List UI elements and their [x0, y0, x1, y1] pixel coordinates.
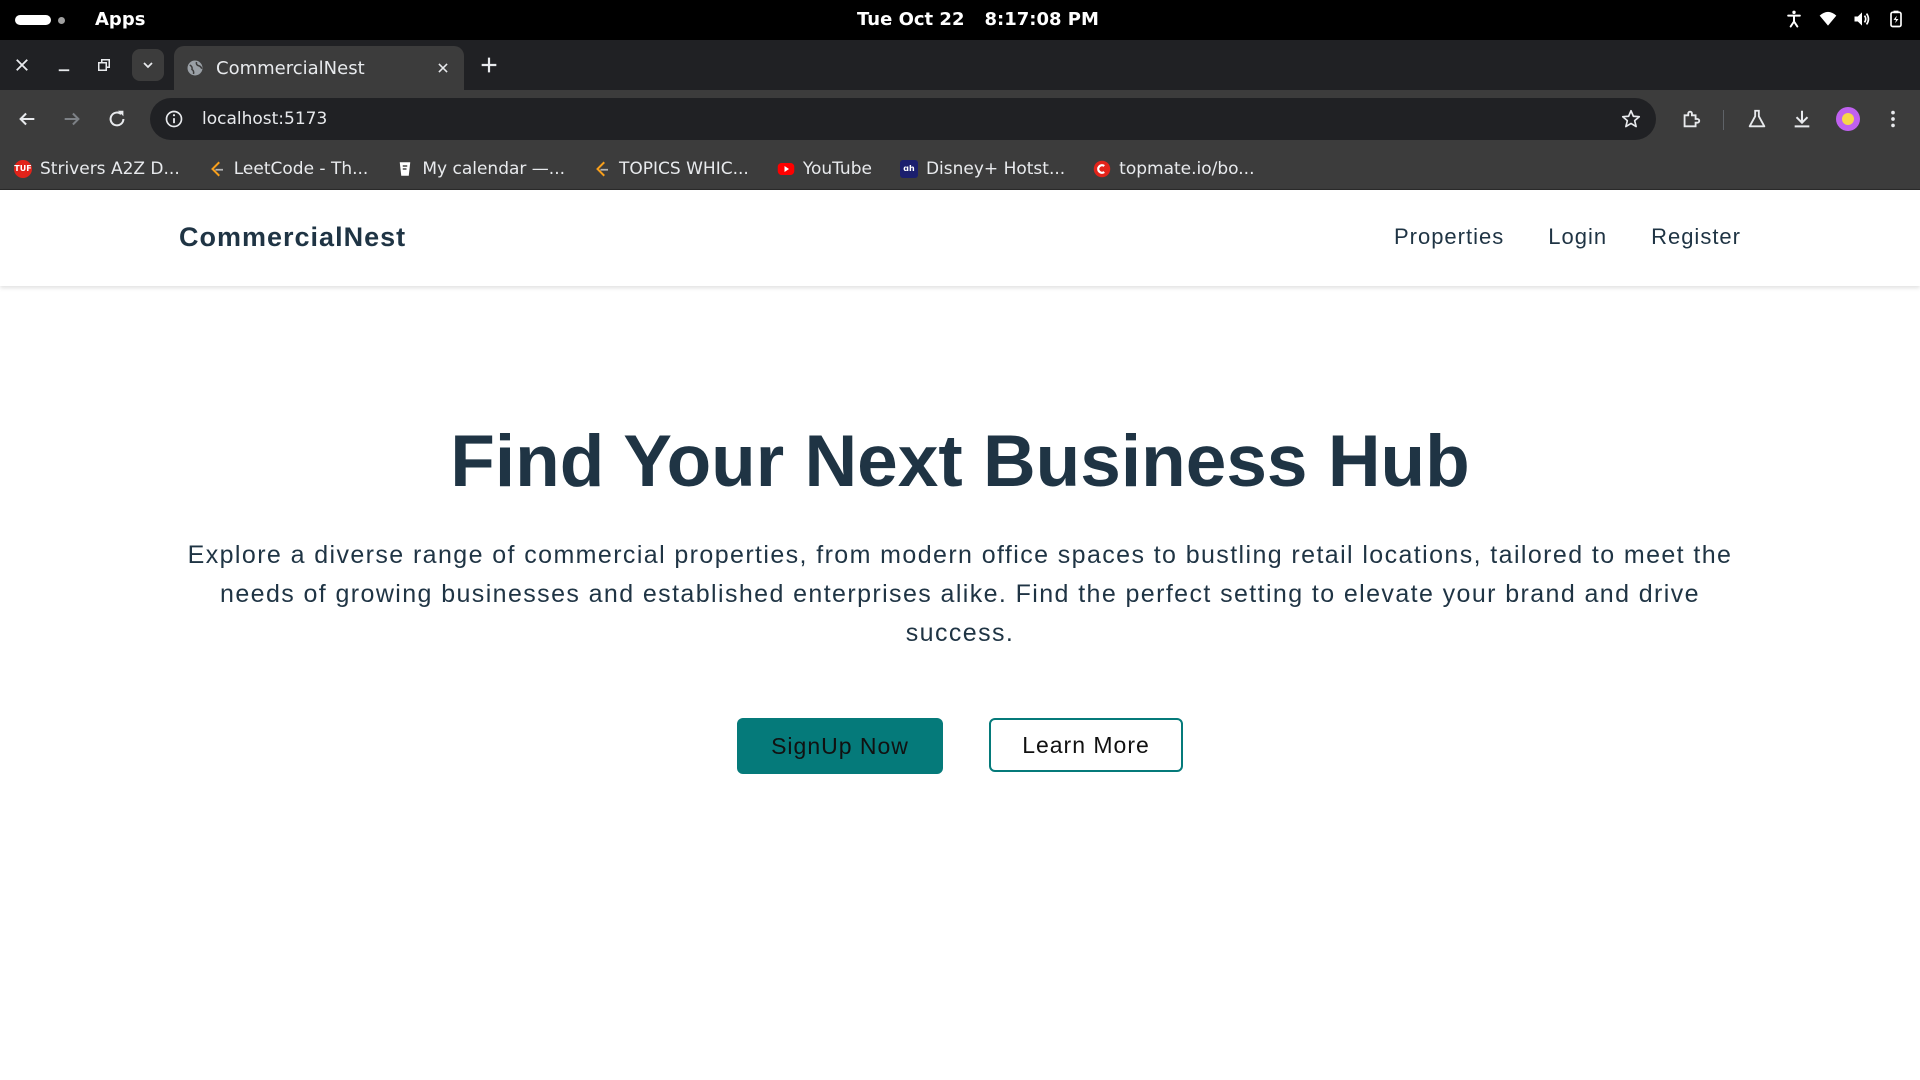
bookmark-label: My calendar —... [422, 158, 566, 179]
browser-menu-button[interactable] [1880, 106, 1906, 132]
bookmark-label: Strivers A2Z D... [40, 158, 180, 179]
learn-more-button[interactable]: Learn More [989, 718, 1183, 772]
youtube-icon [777, 162, 795, 175]
reload-button[interactable] [104, 106, 130, 132]
hotstar-icon: ɑh [899, 159, 918, 178]
clock-date: Tue Oct 22 [857, 9, 965, 30]
site-info-icon[interactable] [164, 109, 184, 129]
tab-search-button[interactable] [132, 49, 164, 81]
restore-icon [98, 59, 110, 71]
volume-icon[interactable] [1852, 9, 1872, 29]
browser-toolbar: localhost:5173 [0, 90, 1920, 148]
nav-link-register[interactable]: Register [1651, 224, 1741, 250]
signup-button[interactable]: SignUp Now [737, 718, 943, 774]
close-icon [16, 59, 28, 71]
reload-icon [109, 110, 125, 127]
hero-title: Find Your Next Business Hub [450, 421, 1470, 502]
close-icon [438, 63, 448, 73]
toolbar-divider [1723, 110, 1724, 130]
extensions-button[interactable] [1678, 106, 1704, 132]
apps-menu[interactable]: Apps [95, 9, 145, 30]
bookmark-item[interactable]: ɑh Disney+ Hotst... [899, 158, 1066, 179]
wifi-icon[interactable] [1818, 9, 1838, 29]
site-brand[interactable]: CommercialNest [179, 222, 406, 253]
browser-tab-strip: CommercialNest [0, 40, 1920, 90]
back-button[interactable] [14, 106, 40, 132]
battery-icon[interactable] [1886, 9, 1906, 29]
workspace-dot[interactable] [58, 17, 65, 24]
nav-link-properties[interactable]: Properties [1394, 224, 1504, 250]
tab-title: CommercialNest [216, 57, 365, 79]
nav-link-login[interactable]: Login [1548, 224, 1607, 250]
bookmark-item[interactable]: TUF Strivers A2Z D... [14, 159, 180, 179]
topmate-icon [1093, 160, 1111, 177]
clock[interactable]: Tue Oct 22 8:17:08 PM [857, 9, 1099, 30]
browser-tab-active[interactable]: CommercialNest [174, 46, 464, 90]
bookmarks-bar: TUF Strivers A2Z D... LeetCode - Th... M… [0, 148, 1920, 190]
site-nav: Properties Login Register [1394, 224, 1741, 250]
download-icon [1794, 110, 1810, 128]
site-header: CommercialNest Properties Login Register [0, 190, 1920, 286]
leetcode-icon [596, 161, 609, 176]
minimize-icon [58, 69, 70, 72]
chevron-down-icon [143, 62, 153, 69]
window-close-button[interactable] [7, 50, 37, 80]
bookmark-label: Disney+ Hotst... [925, 158, 1066, 179]
downloads-button[interactable] [1789, 106, 1815, 132]
bookmark-label: TOPICS WHIC... [619, 158, 749, 179]
window-restore-button[interactable] [89, 50, 119, 80]
bookmark-item[interactable]: My calendar —... [396, 159, 565, 179]
bookmark-item[interactable]: TOPICS WHIC... [593, 159, 749, 179]
hero-description: Explore a diverse range of commercial pr… [187, 541, 1733, 647]
profile-avatar[interactable] [1836, 107, 1860, 131]
clock-time: 8:17:08 PM [984, 9, 1099, 30]
bookmark-label: topmate.io/bo... [1119, 158, 1255, 179]
accessibility-icon[interactable] [1784, 9, 1804, 29]
workspace-indicator[interactable] [15, 15, 51, 25]
flask-icon [1748, 109, 1766, 128]
tuf-icon: TUF [14, 159, 32, 178]
bookmark-item[interactable]: LeetCode - Th... [208, 158, 369, 179]
tab-close-button[interactable] [434, 59, 452, 77]
bookmark-item[interactable]: topmate.io/bo... [1093, 159, 1254, 179]
bookmark-star-icon[interactable] [1620, 108, 1642, 130]
window-minimize-button[interactable] [49, 50, 79, 80]
new-tab-icon[interactable] [478, 54, 500, 76]
globe-icon [187, 60, 203, 76]
bookmark-item[interactable]: YouTube [777, 159, 872, 179]
web-page: CommercialNest Properties Login Register… [0, 190, 1920, 1080]
labs-button[interactable] [1744, 106, 1770, 132]
arrow-left-icon [19, 112, 35, 126]
system-tray[interactable] [1784, 9, 1906, 29]
os-top-bar: Apps Tue Oct 22 8:17:08 PM [0, 0, 1920, 40]
url-text[interactable]: localhost:5173 [202, 109, 1620, 129]
more-vert-icon [1891, 110, 1895, 128]
puzzle-icon [1683, 110, 1701, 128]
leetcode-icon [210, 161, 223, 176]
calendar-icon [400, 161, 411, 176]
bookmark-label: LeetCode - Th... [233, 158, 369, 179]
address-bar[interactable]: localhost:5173 [150, 98, 1656, 140]
arrow-right-icon [64, 112, 80, 126]
hero-cta-row: SignUp Now Learn More [737, 718, 1183, 774]
forward-button[interactable] [59, 106, 85, 132]
bookmark-label: YouTube [802, 158, 872, 179]
